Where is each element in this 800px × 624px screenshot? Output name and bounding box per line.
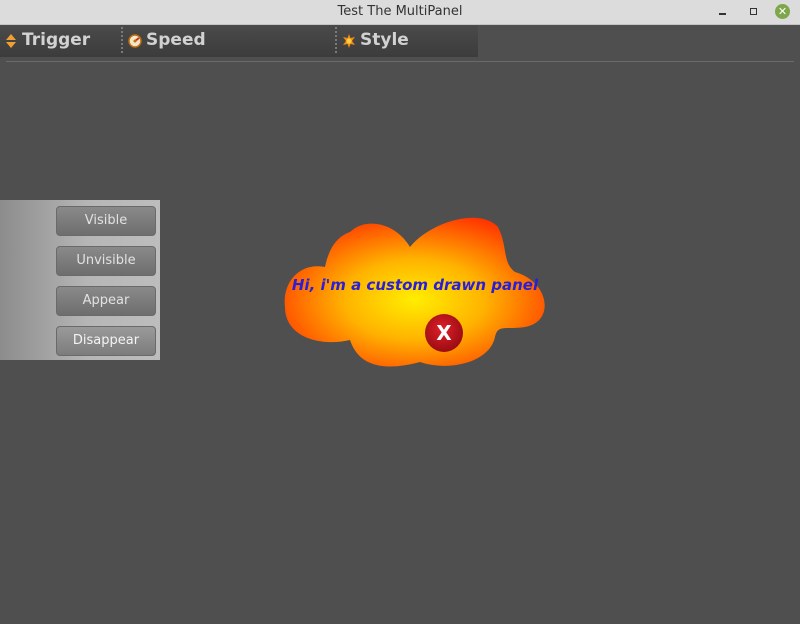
toolbar-grip[interactable] — [335, 27, 337, 55]
unvisible-button[interactable]: Unvisible — [56, 246, 156, 276]
close-panel-label: X — [436, 321, 452, 345]
appear-button[interactable]: Appear — [56, 286, 156, 316]
toolbar-item-trigger[interactable]: Trigger — [0, 25, 118, 57]
close-icon: ✕ — [775, 4, 790, 19]
window-titlebar: Test The MultiPanel ✕ — [0, 0, 800, 25]
toolbar-item-speed[interactable]: Speed — [124, 25, 334, 57]
toolbar-item-style[interactable]: Style — [338, 25, 478, 57]
toolbar-item-label: Style — [360, 30, 409, 50]
custom-panel-text: Hi, i'm a custom drawn panel — [291, 276, 539, 294]
toolbar-item-label: Speed — [146, 30, 206, 50]
close-panel-button[interactable]: X — [424, 313, 464, 353]
side-panel: Visible Unvisible Appear Disappear — [0, 200, 160, 360]
toolbar-item-label: Trigger — [22, 30, 91, 50]
speed-gauge-icon — [128, 34, 142, 48]
sun-star-icon — [343, 34, 355, 48]
window-title: Test The MultiPanel — [337, 4, 463, 19]
toolbar-divider — [6, 61, 794, 62]
visible-button[interactable]: Visible — [56, 206, 156, 236]
disappear-button[interactable]: Disappear — [56, 326, 156, 356]
toolbar-grip[interactable] — [121, 27, 123, 55]
toolbar: Trigger Speed Style — [0, 25, 478, 57]
up-down-arrows-icon — [6, 34, 16, 48]
maximize-button[interactable] — [744, 3, 762, 21]
minimize-button[interactable] — [714, 3, 732, 21]
close-window-button[interactable]: ✕ — [773, 3, 791, 21]
